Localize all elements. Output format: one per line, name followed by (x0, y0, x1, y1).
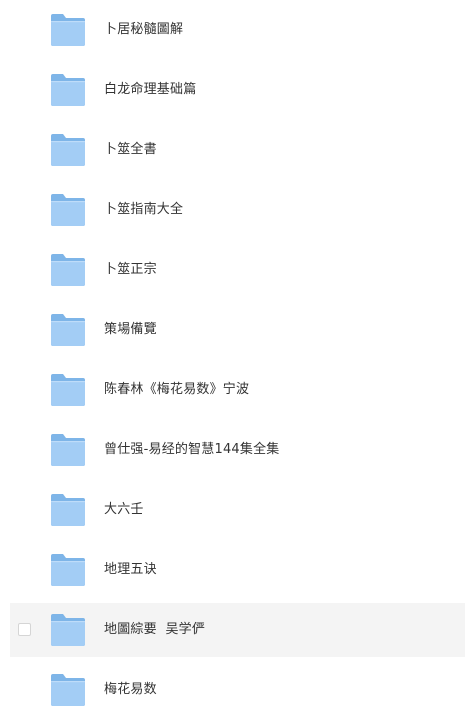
file-name[interactable]: 大六壬 (104, 501, 144, 519)
file-name[interactable]: 卜居秘髓圖解 (104, 21, 183, 39)
folder-icon (50, 433, 86, 467)
file-name[interactable]: 陈春林《梅花易数》宁波 (104, 381, 249, 399)
file-name[interactable]: 地圖綜要 吴学俨 (104, 621, 205, 639)
file-row[interactable]: 地圖綜要 吴学俨 (10, 603, 465, 657)
folder-icon (50, 313, 86, 347)
file-name[interactable]: 策場備覽 (104, 321, 157, 339)
file-row[interactable]: 策場備覽 (10, 303, 465, 357)
folder-icon (50, 253, 86, 287)
file-name[interactable]: 卜筮指南大全 (104, 201, 183, 219)
folder-icon (50, 673, 86, 707)
folder-icon (50, 73, 86, 107)
file-row[interactable]: 大六壬 (10, 483, 465, 537)
row-checkbox[interactable] (18, 623, 31, 636)
file-name[interactable]: 地理五诀 (104, 561, 157, 579)
folder-icon (50, 13, 86, 47)
file-row[interactable]: 卜筮正宗 (10, 243, 465, 297)
folder-icon (50, 493, 86, 527)
folder-icon (50, 553, 86, 587)
file-list: 卜居秘髓圖解 白龙命理基础篇 卜筮全書 卜筮指南大全 卜筮正宗 策場備覽 陈春林… (0, 0, 465, 724)
file-row[interactable]: 卜居秘髓圖解 (10, 3, 465, 57)
file-row[interactable]: 曾仕强-易经的智慧144集全集 (10, 423, 465, 477)
file-row[interactable]: 陈春林《梅花易数》宁波 (10, 363, 465, 417)
file-row[interactable]: 地理五诀 (10, 543, 465, 597)
file-name[interactable]: 白龙命理基础篇 (104, 81, 196, 99)
file-name[interactable]: 梅花易数 (104, 681, 157, 699)
file-row[interactable]: 卜筮指南大全 (10, 183, 465, 237)
file-row[interactable]: 白龙命理基础篇 (10, 63, 465, 117)
file-name[interactable]: 卜筮全書 (104, 141, 157, 159)
file-row[interactable]: 卜筮全書 (10, 123, 465, 177)
folder-icon (50, 373, 86, 407)
file-name[interactable]: 曾仕强-易经的智慧144集全集 (104, 441, 280, 459)
file-name[interactable]: 卜筮正宗 (104, 261, 157, 279)
folder-icon (50, 133, 86, 167)
folder-icon (50, 193, 86, 227)
file-row[interactable]: 梅花易数 (10, 663, 465, 717)
folder-icon (50, 613, 86, 647)
